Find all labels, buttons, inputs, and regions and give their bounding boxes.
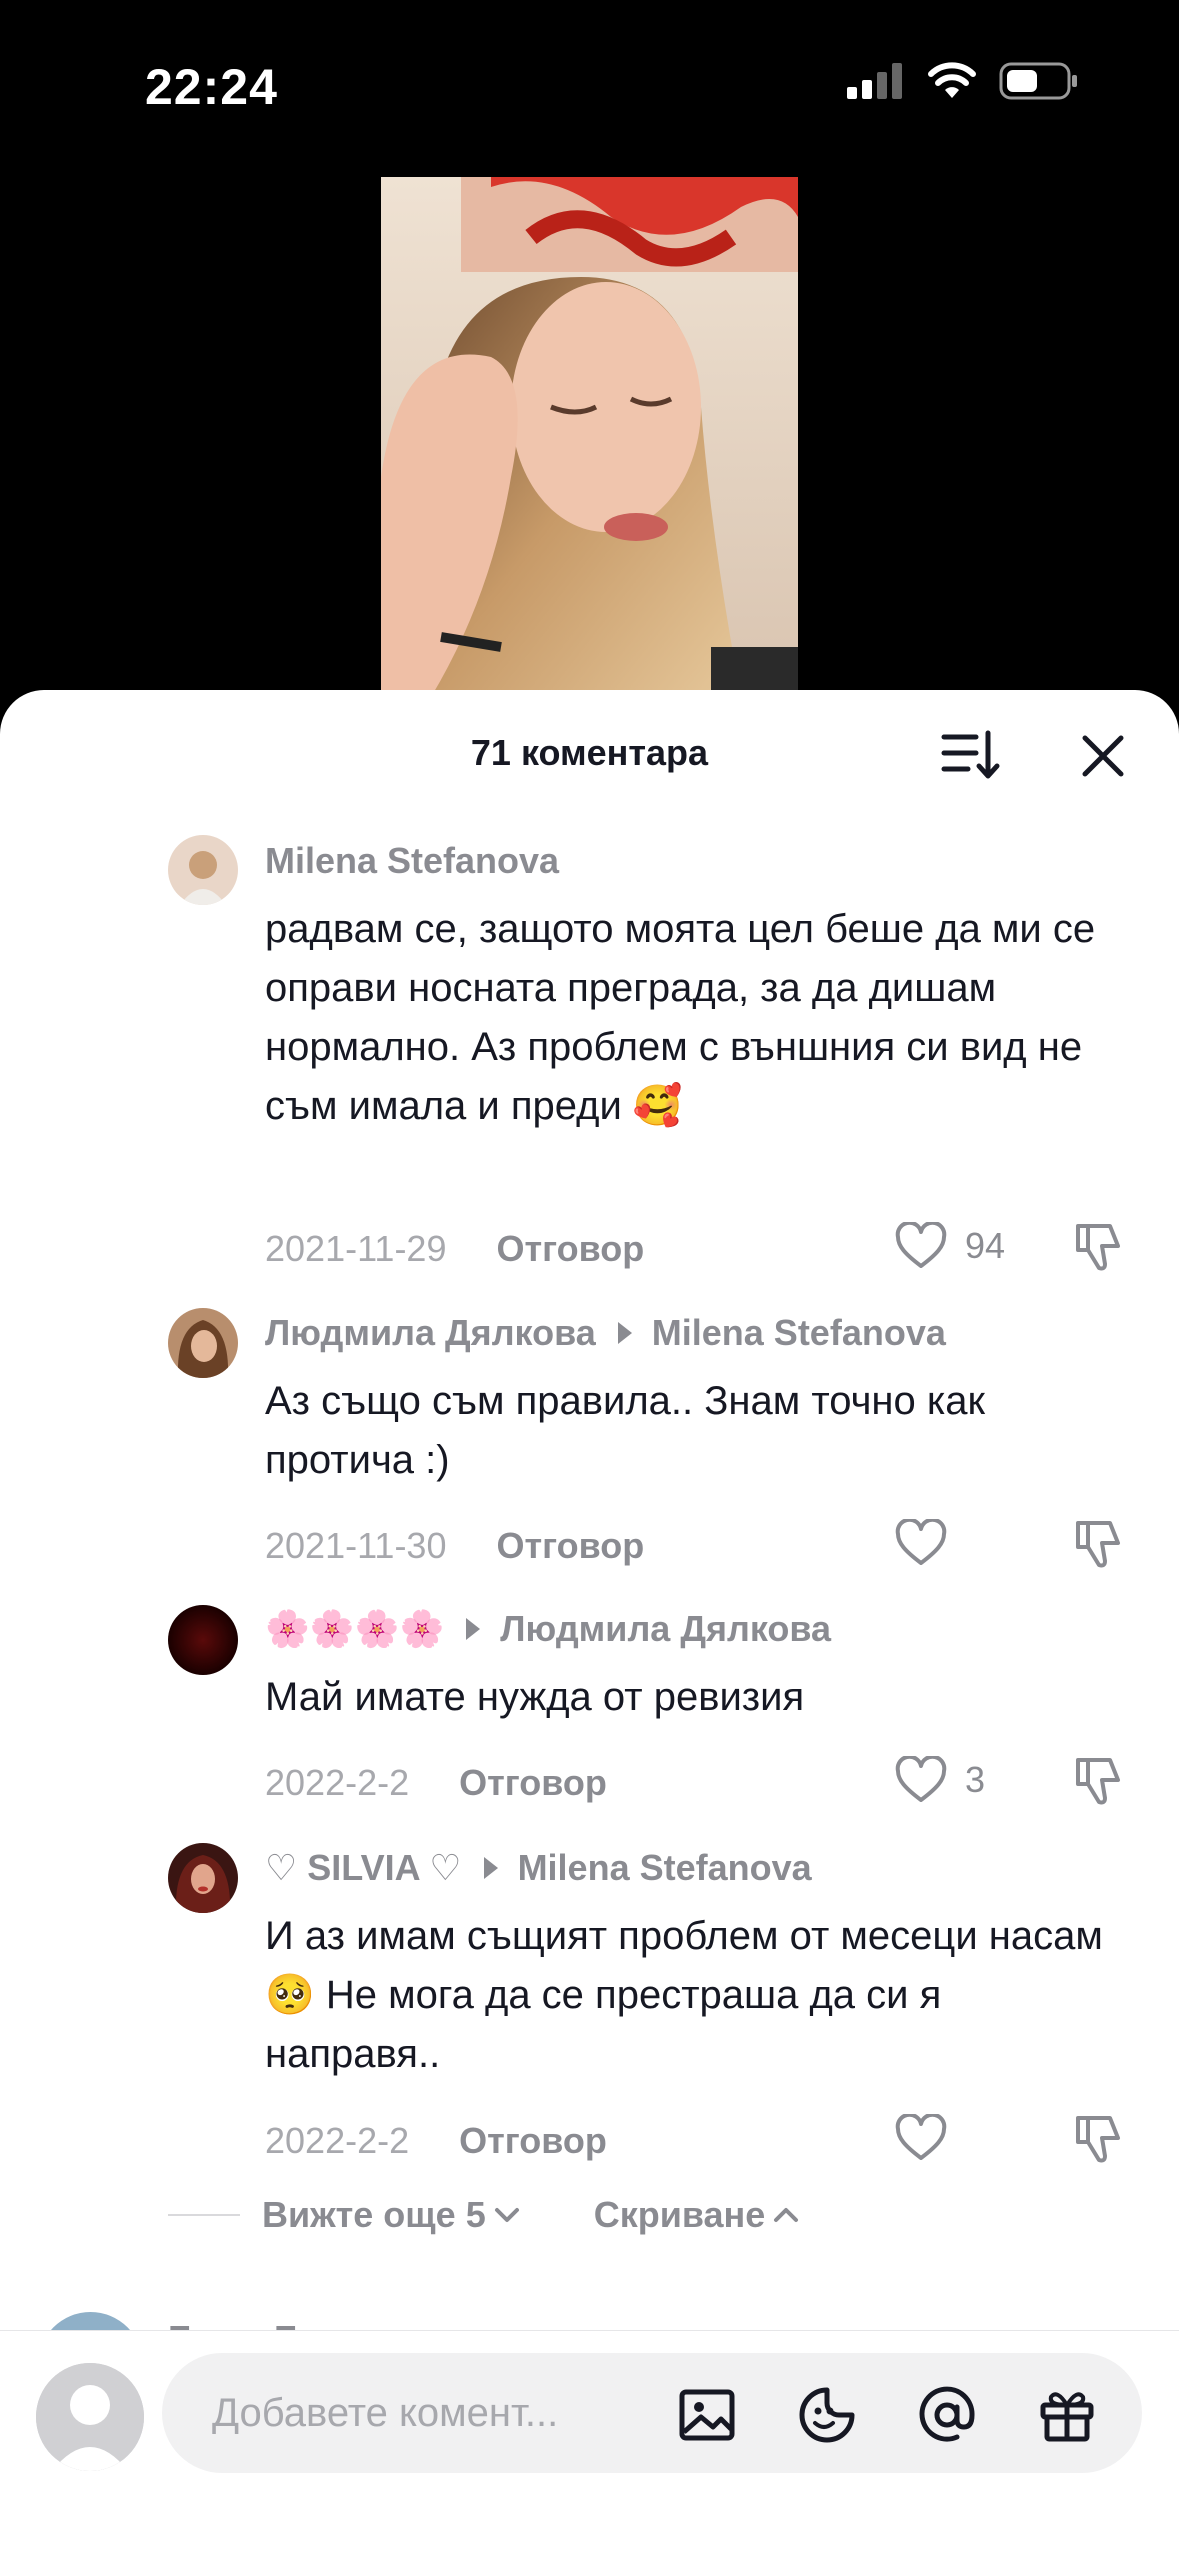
emoji-icon: [799, 2387, 855, 2443]
dislike-icon: [1076, 1521, 1120, 1568]
view-more-replies-button[interactable]: Вижте още 5: [262, 2194, 522, 2236]
reply-arrow-icon: [483, 1857, 498, 1879]
wifi-icon: [928, 62, 976, 98]
dislike-button[interactable]: [1072, 1517, 1126, 1576]
replies-controls: Вижте още 5 Скриване: [168, 2194, 801, 2236]
like-count: 94: [965, 1225, 1006, 1266]
like-button[interactable]: [895, 2114, 965, 2162]
like-button[interactable]: 3: [895, 1756, 985, 1804]
comment-meta: 2022-2-2 Отговор: [265, 1762, 607, 1804]
sort-button[interactable]: [940, 725, 1000, 785]
comment-author[interactable]: Milena Stefanova: [265, 840, 559, 882]
sort-icon: [941, 730, 1000, 779]
close-button[interactable]: [1075, 728, 1131, 784]
dislike-icon: [1076, 1758, 1120, 1805]
sheet-header: 71 коментара: [0, 690, 1179, 815]
comment-composer: Добавете комент...: [0, 2330, 1179, 2556]
like-button[interactable]: 94: [895, 1222, 1005, 1270]
comment-text: Май имате нужда от ревизия: [265, 1675, 805, 1719]
view-more-label: Вижте още 5: [262, 2194, 486, 2235]
reply-button[interactable]: Отговор: [496, 1525, 644, 1567]
comment-meta: 2022-2-2 Отговор: [265, 2120, 607, 2162]
comment-author-row: Людмила Дялкова Milena Stefanova: [265, 1312, 946, 1354]
comment-author[interactable]: 🌸🌸🌸🌸: [265, 1608, 444, 1650]
reply-button[interactable]: Отговор: [459, 2120, 607, 2162]
reply-arrow-icon: [617, 1322, 632, 1344]
divider: [168, 2214, 240, 2216]
comment-date: 2022-2-2: [265, 1762, 410, 1803]
gift-button[interactable]: [1037, 2385, 1097, 2445]
comment-author[interactable]: Людмила Дялкова: [265, 1312, 596, 1354]
avatar[interactable]: [168, 1605, 238, 1675]
avatar[interactable]: [168, 1308, 238, 1378]
comment-author-row: 🌸🌸🌸🌸 Людмила Дялкова: [265, 1608, 831, 1650]
like-button[interactable]: [895, 1519, 965, 1567]
comment-input[interactable]: Добавете комент...: [162, 2353, 1142, 2473]
reply-arrow-icon: [466, 1618, 481, 1640]
status-time: 22:24: [145, 59, 278, 115]
comment-date: 2022-2-2: [265, 2120, 410, 2161]
mention-button[interactable]: [917, 2385, 977, 2445]
reply-to-author[interactable]: Milena Stefanova: [652, 1312, 946, 1354]
comment-author-row: ♡ SILVIA ♡ Milena Stefanova: [265, 1847, 812, 1889]
user-avatar[interactable]: [36, 2363, 144, 2471]
image-icon: [679, 2389, 735, 2441]
hide-replies-button[interactable]: Скриване: [594, 2194, 802, 2236]
battery-icon: [999, 62, 1077, 100]
reply-to-author[interactable]: Milena Stefanova: [518, 1847, 812, 1889]
chevron-up-icon: [774, 2208, 799, 2222]
comments-count-title: 71 коментара: [470, 732, 709, 773]
gift-icon: [1040, 2392, 1094, 2442]
dislike-button[interactable]: [1072, 1220, 1126, 1279]
emoji-button[interactable]: [797, 2385, 857, 2445]
heart-icon: [895, 2114, 947, 2160]
video-thumbnail[interactable]: [381, 177, 798, 697]
close-icon: [1082, 735, 1124, 777]
comment-text: И аз имам същият проблем от месеци насам…: [265, 1914, 1103, 2076]
reply-to-author[interactable]: Людмила Дялкова: [500, 1608, 831, 1650]
comment-input-placeholder: Добавете комент...: [212, 2391, 559, 2435]
heart-icon: [895, 1519, 947, 1565]
avatar[interactable]: [168, 835, 238, 905]
like-count: 3: [965, 1759, 986, 1800]
dislike-icon: [1076, 2116, 1120, 2163]
comment-date: 2021-11-29: [265, 1228, 447, 1269]
reply-button[interactable]: Отговор: [459, 1762, 607, 1804]
comments-sheet: 71 коментара Milena Stefanova радвам се,…: [0, 690, 1179, 2556]
comment-text: Аз също съм правила.. Знам точно как про…: [265, 1379, 985, 1482]
status-bar: 22:24: [0, 0, 1179, 150]
chevron-down-icon: [494, 2208, 519, 2222]
comment-text: радвам се, защото моята цел беше да ми с…: [265, 907, 1096, 1128]
dislike-icon: [1076, 1224, 1120, 1271]
status-icons: [847, 62, 1079, 100]
dislike-button[interactable]: [1072, 2112, 1126, 2171]
dislike-button[interactable]: [1072, 1754, 1126, 1813]
heart-icon: [895, 1222, 947, 1268]
heart-icon: [895, 1756, 947, 1802]
mention-icon: [919, 2386, 975, 2442]
comment-date: 2021-11-30: [265, 1525, 447, 1566]
comment-author[interactable]: ♡ SILVIA ♡: [265, 1847, 462, 1889]
image-button[interactable]: [677, 2385, 737, 2445]
comment-author-row: Milena Stefanova: [265, 840, 559, 882]
comment-meta: 2021-11-30 Отговор: [265, 1525, 644, 1567]
reply-button[interactable]: Отговор: [496, 1228, 644, 1270]
signal-icon: [847, 63, 902, 99]
comment-meta: 2021-11-29 Отговор: [265, 1228, 644, 1270]
avatar[interactable]: [168, 1843, 238, 1913]
hide-label: Скриване: [593, 2194, 766, 2235]
